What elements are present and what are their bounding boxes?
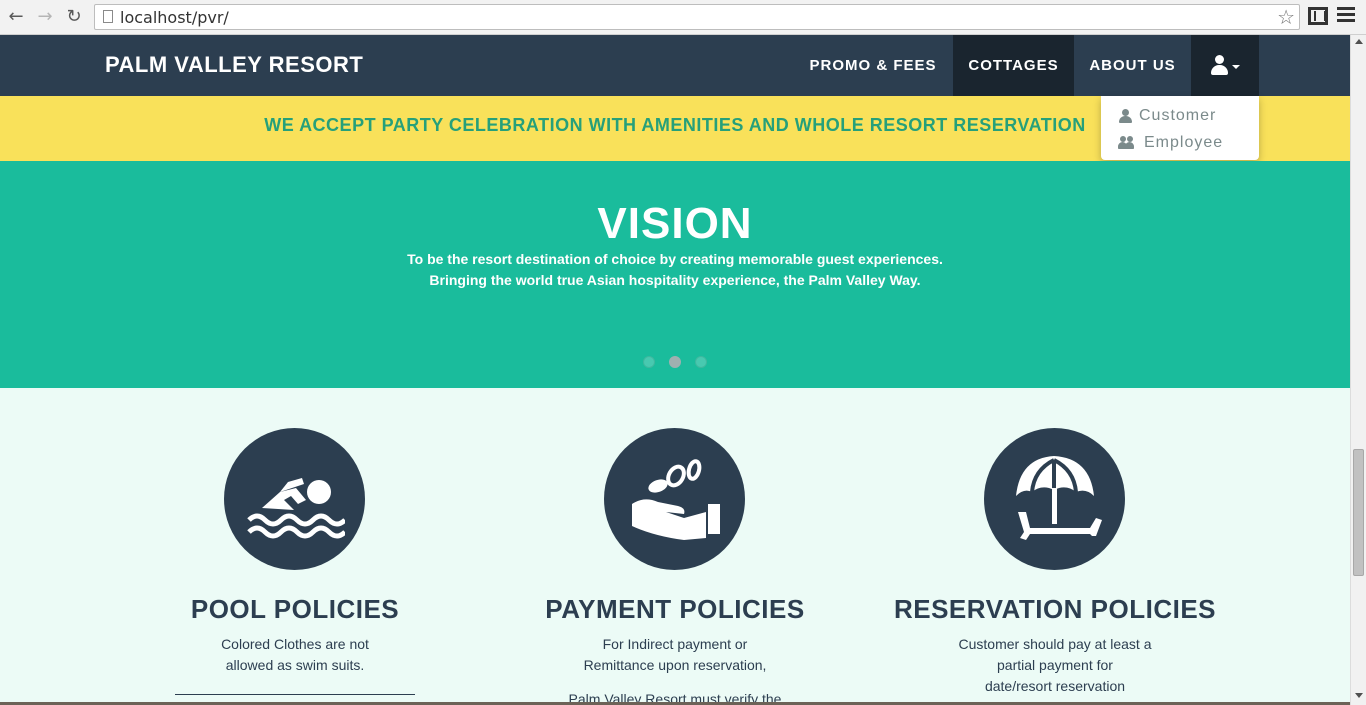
reload-icon[interactable]: ↻ [64,7,84,27]
payment-hand-icon [604,428,745,570]
user-icon [1210,55,1228,75]
payment-policies-card: PAYMENT POLICIES For Indirect payment or… [485,388,865,705]
hero-title: VISION [597,199,753,248]
page-scrollbar[interactable] [1350,35,1366,705]
page-icon [103,10,113,23]
policy-line: Customer should pay at least a [958,636,1152,652]
carousel-indicator-3[interactable] [695,356,707,368]
hero-text-line-1: To be the resort destination of choice b… [407,251,943,267]
policy-title: PAYMENT POLICIES [545,594,805,624]
dropdown-item-label: Customer [1139,107,1217,124]
scroll-up-arrow-icon[interactable] [1355,39,1363,44]
policy-title: RESERVATION POLICIES [893,594,1217,624]
scrollbar-thumb[interactable] [1353,449,1364,576]
policy-line: For Indirect payment or [602,636,748,652]
site-navbar: PALM VALLEY RESORT PROMO & FEES COTTAGES… [0,35,1350,96]
policy-description: For Indirect payment or Remittance upon … [565,634,785,676]
user-menu-toggle[interactable] [1191,35,1259,96]
policy-line: partial payment for [997,657,1113,673]
carousel-indicator-2[interactable] [669,356,681,368]
policy-description: Colored Clothes are not allowed as swim … [185,634,405,676]
policy-line: allowed as swim suits. [225,657,365,673]
pool-policies-card: POOL POLICIES Colored Clothes are not al… [105,388,485,705]
dropdown-item-label: Employee [1144,134,1224,151]
users-icon [1118,136,1137,150]
back-arrow-icon[interactable]: ← [6,7,26,27]
hero-text-line-2: Bringing the world true Asian hospitalit… [429,272,921,288]
brand-logo[interactable]: PALM VALLEY RESORT [105,52,363,78]
nav-cottages[interactable]: COTTAGES [953,35,1074,96]
extension-icon[interactable] [1308,7,1328,25]
nav-promo-fees[interactable]: PROMO & FEES [794,35,952,96]
carousel-indicator-1[interactable] [643,356,655,368]
bookmark-star-icon[interactable]: ☆ [1277,5,1295,29]
policy-description: Customer should pay at least a partial p… [945,634,1165,697]
vision-carousel: VISION To be the resort destination of c… [0,161,1350,388]
reservation-policies-card: RESERVATION POLICIES Customer should pay… [865,388,1245,705]
caret-down-icon [1232,65,1240,69]
nav-about-us[interactable]: ABOUT US [1074,35,1191,96]
forward-arrow-icon[interactable]: → [35,7,55,27]
browser-menu-icon[interactable] [1337,7,1355,25]
divider [175,694,415,695]
user-dropdown-menu: Customer Employee [1101,96,1259,160]
scroll-down-arrow-icon[interactable] [1355,693,1363,698]
url-text[interactable]: localhost/pvr/ [120,8,229,27]
beach-umbrella-icon [984,428,1125,570]
policy-line: date/resort reservation [984,678,1126,694]
user-icon [1119,109,1132,123]
swimmer-icon [224,428,365,570]
address-bar[interactable]: localhost/pvr/ ☆ [94,4,1300,30]
policy-title: POOL POLICIES [190,594,400,624]
policy-line: Colored Clothes are not [221,636,369,652]
policy-line: Remittance upon reservation, [583,657,767,673]
browser-toolbar: ← → ↻ localhost/pvr/ ☆ [0,0,1366,35]
